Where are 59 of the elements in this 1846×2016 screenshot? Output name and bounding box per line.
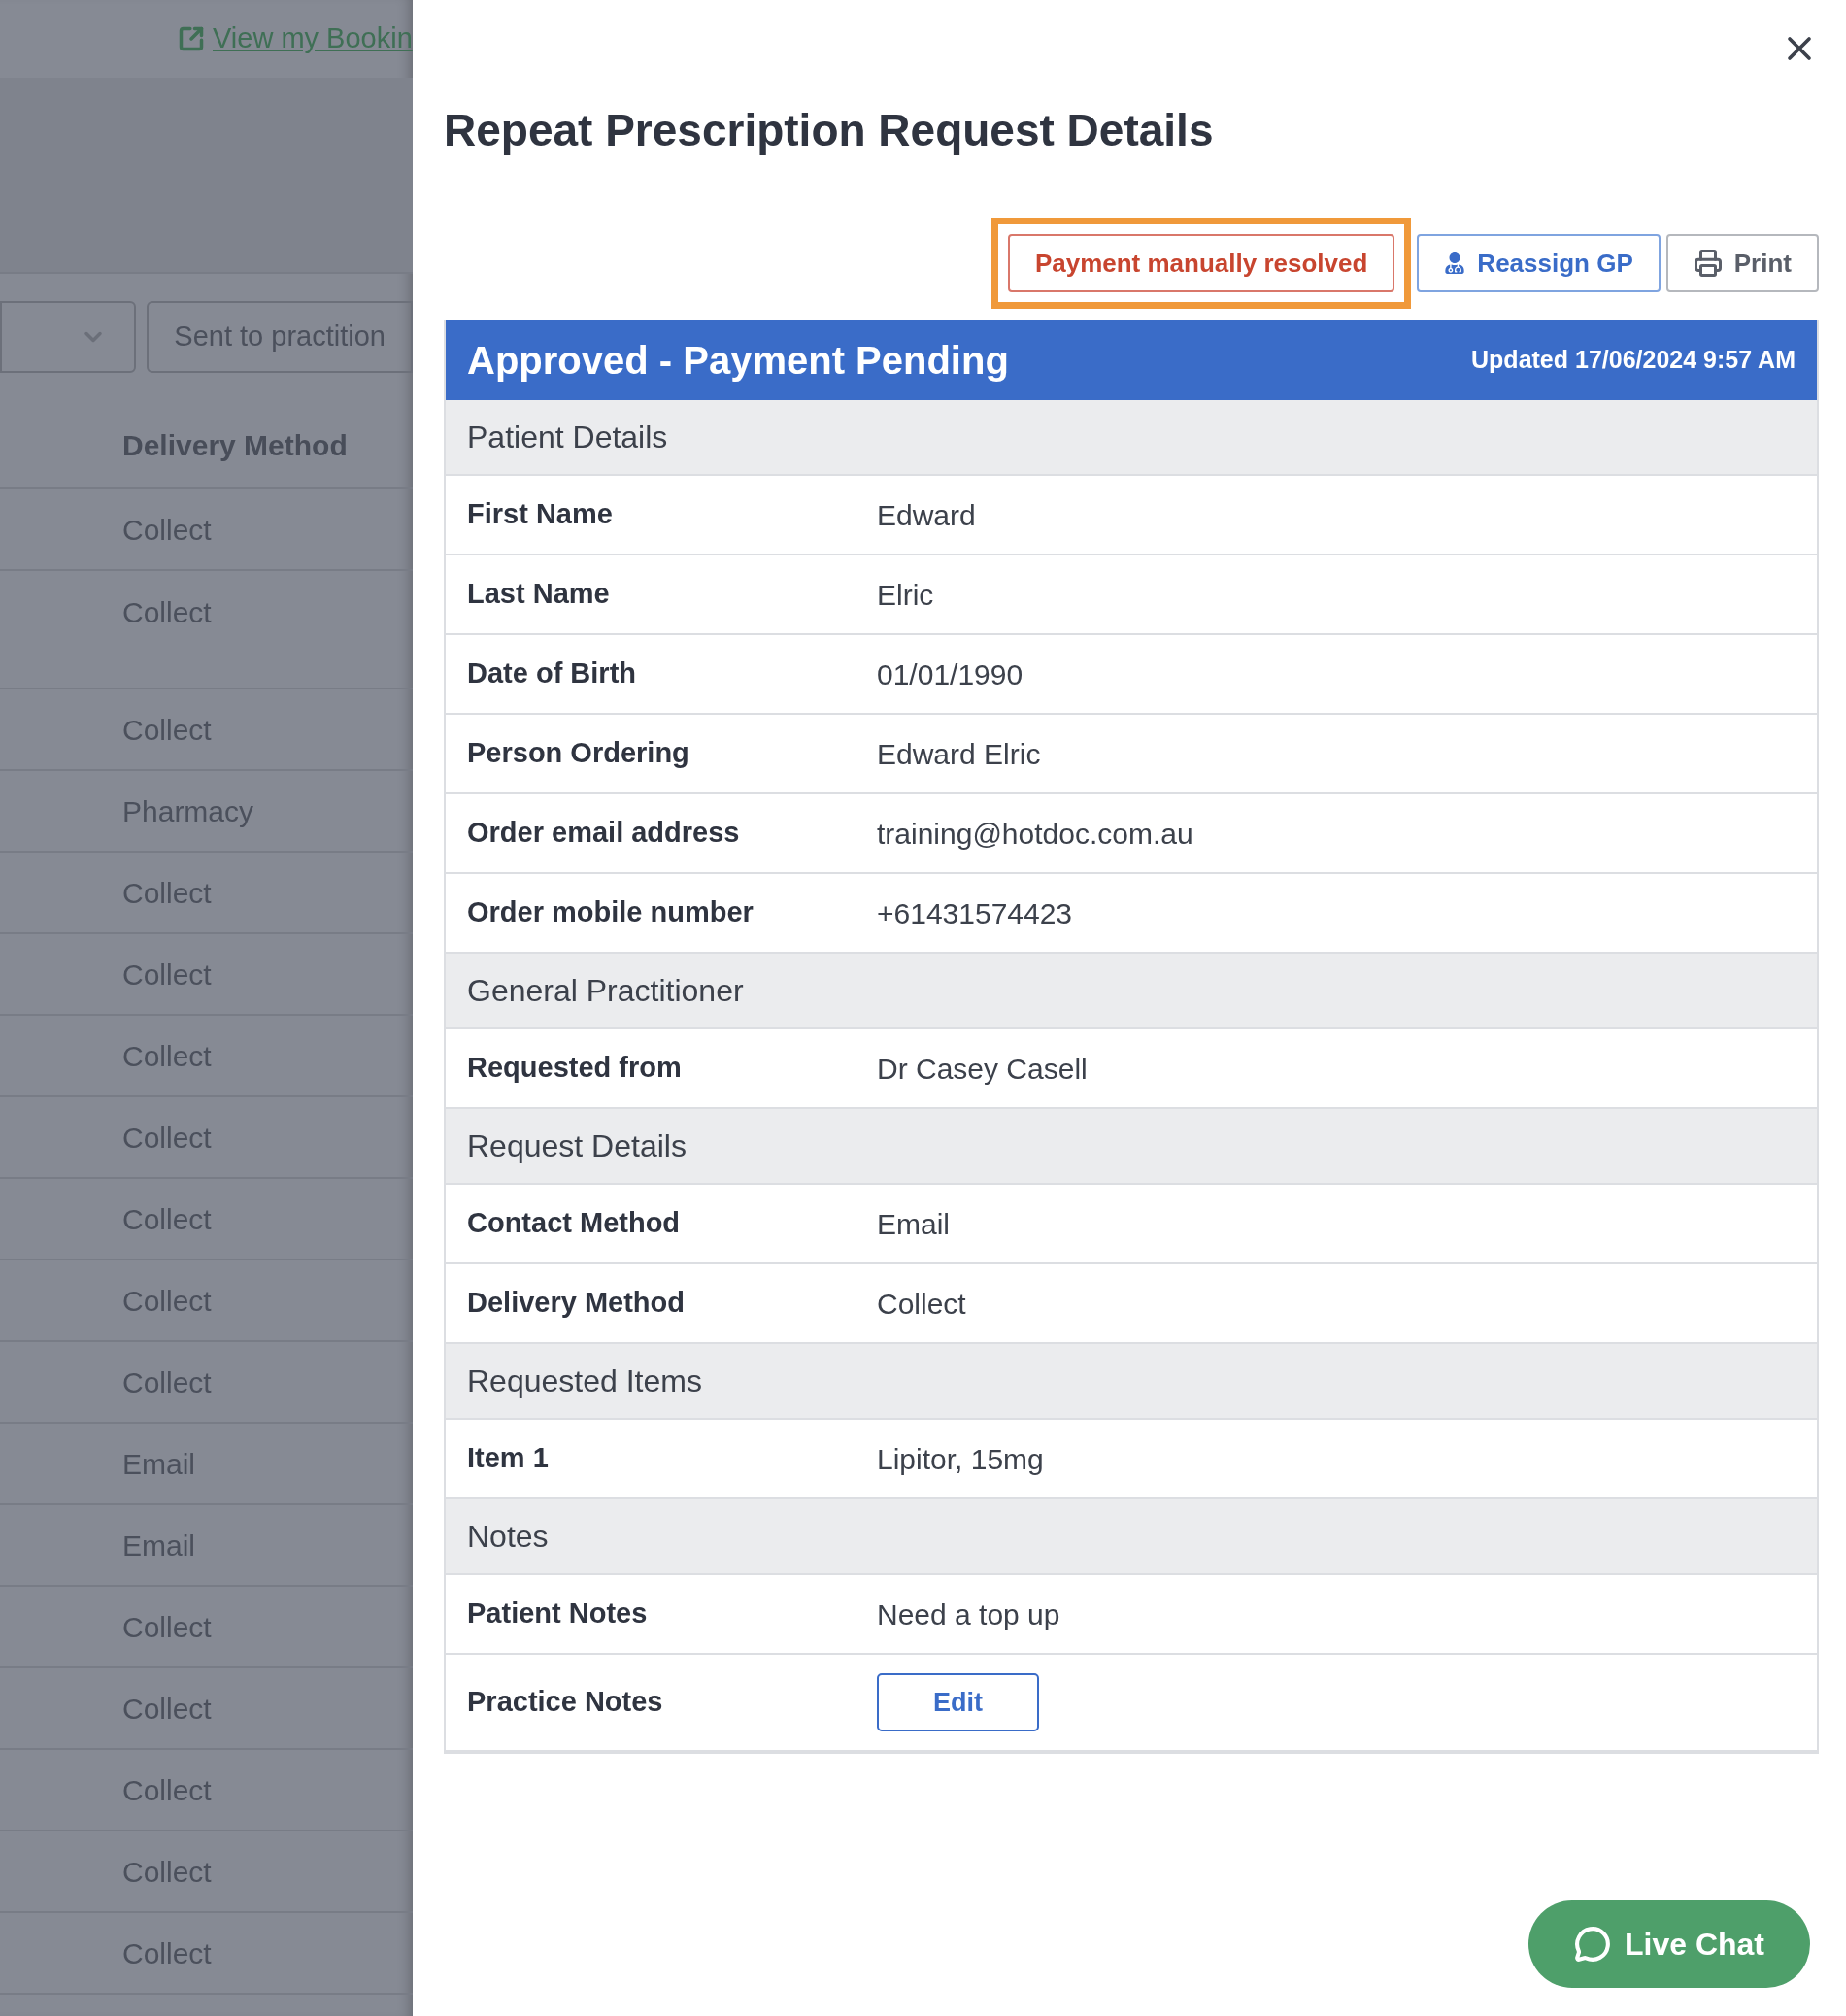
field-value: Need a top up	[877, 1596, 1060, 1632]
section-title: Request Details	[467, 1127, 687, 1165]
section-title: Patient Details	[467, 419, 668, 456]
live-chat-button[interactable]: Live Chat	[1528, 1900, 1810, 1988]
field-value: Elric	[877, 577, 934, 613]
table-cell-text: Collect	[122, 1120, 212, 1156]
field-label: Date of Birth	[466, 656, 637, 691]
column-header: Delivery Method	[122, 427, 348, 463]
table-cell-text: Email	[122, 1446, 195, 1482]
field-value: Lipitor, 15mg	[877, 1441, 1044, 1477]
status-label: Approved - Payment Pending	[467, 338, 1009, 384]
field-value: Email	[877, 1206, 950, 1242]
chat-bubble-icon	[1574, 1926, 1611, 1963]
table-cell-text: Collect	[122, 1038, 212, 1074]
updated-time: Updated 17/06/2024 9:57 AM	[1471, 345, 1796, 376]
field-value: Edward	[877, 497, 976, 533]
field-label: Last Name	[466, 577, 611, 612]
modal-title: Repeat Prescription Request Details	[444, 104, 1215, 157]
reassign-button[interactable]: Reassign GP	[1417, 234, 1661, 292]
field-value: Edward Elric	[877, 736, 1041, 772]
external-link-icon	[178, 25, 205, 52]
field-label: First Name	[466, 497, 614, 532]
section-title: Notes	[467, 1518, 549, 1556]
field-value: 01/01/1990	[877, 656, 1024, 692]
table-cell-text: Collect	[122, 1364, 212, 1400]
section-title: Requested Items	[467, 1362, 702, 1400]
printer-icon	[1693, 249, 1723, 278]
table-cell-text: Collect	[122, 957, 212, 992]
table-cell-text: Collect	[122, 512, 212, 548]
field-value: training@hotdoc.com.au	[877, 816, 1193, 852]
table-cell-text: Collect	[122, 595, 212, 630]
field-value: +61431574423	[877, 895, 1073, 931]
table-cell-text: Pharmacy	[122, 793, 254, 829]
doctor-icon	[1444, 252, 1466, 274]
field-label: Requested from	[466, 1051, 683, 1086]
table-cell-text: Collect	[122, 1283, 212, 1319]
field-label: Delivery Method	[466, 1286, 686, 1321]
table-cell-text: Collect	[122, 1772, 212, 1808]
table-cell-text: Collect	[122, 1201, 212, 1237]
table-cell-text: Collect	[122, 1691, 212, 1727]
resolve-button[interactable]: Payment manually resolved	[1007, 234, 1395, 292]
table-cell-text: Collect	[122, 875, 212, 911]
field-value: Dr Casey Casell	[877, 1051, 1088, 1087]
field-label: Order mobile number	[466, 895, 755, 930]
field-value: Collect	[877, 1286, 966, 1322]
table-cell-text: Collect	[122, 1609, 212, 1645]
section-title: General Practitioner	[467, 972, 744, 1010]
table-cell-text: Collect	[122, 1854, 212, 1890]
print-button[interactable]: Print	[1665, 234, 1819, 292]
field-label: Person Ordering	[466, 736, 690, 771]
field-label: Order email address	[466, 816, 741, 851]
field-label: Contact Method	[466, 1206, 682, 1241]
field-label: Item 1	[466, 1441, 550, 1476]
table-cell-text: Email	[122, 1528, 195, 1563]
table-cell-text: Collect	[122, 1935, 212, 1971]
edit-button[interactable]: Edit	[877, 1673, 1039, 1731]
field-label: Patient Notes	[466, 1596, 649, 1631]
table-cell-text: Collect	[122, 712, 212, 748]
field-label: Practice Notes	[466, 1685, 664, 1720]
